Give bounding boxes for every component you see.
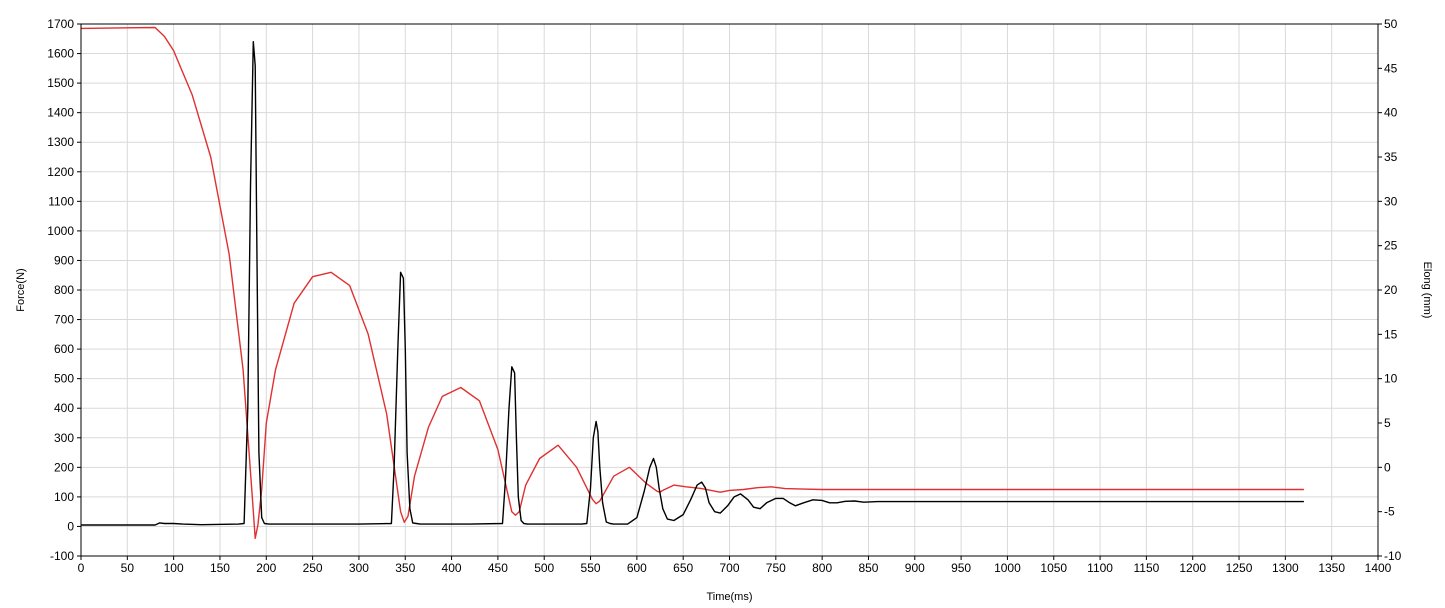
- x-tick-label: 1100: [1087, 561, 1113, 575]
- x-tick-label: 650: [673, 561, 693, 575]
- y-tick-label: 600: [54, 342, 74, 356]
- y-axis-ticks: -100 0 100 200 300 400 500 600 700 800 900 1000 1100…: [47, 17, 81, 563]
- x-tick-label: 550: [581, 561, 601, 575]
- chart-container: 0 50 100 150 200 250 300 350 400 450 500 550 600 650 7…: [0, 0, 1445, 608]
- y-tick-label: 1500: [47, 76, 74, 90]
- y2-tick-label: 20: [1384, 283, 1398, 297]
- x-tick-label: 1000: [994, 561, 1021, 575]
- x-tick-label: 1150: [1133, 561, 1159, 575]
- x-tick-label: 900: [905, 561, 925, 575]
- x-tick-label: 1200: [1179, 561, 1206, 575]
- x-tick-label: 350: [395, 561, 415, 575]
- y2-tick-label: 40: [1384, 106, 1398, 120]
- y-tick-label: 400: [54, 401, 74, 415]
- x-tick-label: 1350: [1318, 561, 1345, 575]
- x-axis-ticks: 0 50 100 150 200 250 300 350 400 450 500 550 600 650 7…: [78, 556, 1392, 575]
- y2-tick-label: 5: [1384, 416, 1391, 430]
- x-tick-label: 750: [766, 561, 786, 575]
- x-tick-label: 450: [488, 561, 508, 575]
- y2-tick-label: -5: [1384, 505, 1395, 519]
- y2-tick-label: 15: [1384, 327, 1398, 341]
- y2-tick-label: 50: [1384, 17, 1398, 31]
- y-tick-label: 1600: [47, 47, 74, 61]
- x-tick-label: 500: [534, 561, 554, 575]
- y-tick-label: 1700: [47, 17, 74, 31]
- x-tick-label: 150: [210, 561, 230, 575]
- plot-series: [80, 26, 1304, 539]
- x-tick-label: 100: [164, 561, 184, 575]
- force-elong-chart: 0 50 100 150 200 250 300 350 400 450 500 550 600 650 7…: [15, 17, 1433, 603]
- y-tick-label: 1200: [47, 165, 74, 179]
- y-tick-label: 1100: [48, 194, 74, 208]
- x-tick-label: 850: [858, 561, 878, 575]
- x-tick-label: 400: [442, 561, 462, 575]
- elong-series-line: [80, 26, 1304, 539]
- x-axis-label: Time(ms): [706, 591, 752, 603]
- x-tick-label: 600: [627, 561, 647, 575]
- y2-tick-label: 10: [1384, 372, 1398, 386]
- y2-axis-label: Elong (mm): [1421, 262, 1433, 319]
- y-tick-label: 200: [54, 460, 74, 474]
- x-tick-label: 250: [303, 561, 323, 575]
- x-tick-label: 950: [951, 561, 971, 575]
- y-tick-label: 0: [67, 519, 74, 533]
- y-tick-label: 1400: [47, 106, 74, 120]
- y-tick-label: 800: [54, 283, 74, 297]
- x-tick-label: 200: [256, 561, 276, 575]
- y2-tick-label: 45: [1384, 61, 1398, 75]
- x-tick-label: 1400: [1365, 561, 1392, 575]
- y-tick-label: 300: [54, 431, 74, 445]
- x-tick-label: 800: [812, 561, 832, 575]
- y2-tick-label: 25: [1384, 239, 1398, 253]
- y-tick-label: 1000: [47, 224, 74, 238]
- y-tick-label: -100: [50, 549, 74, 563]
- y-tick-label: 100: [54, 490, 74, 504]
- x-tick-label: 300: [349, 561, 369, 575]
- y-tick-label: 700: [54, 313, 74, 327]
- y-tick-label: 900: [54, 253, 74, 267]
- grid: [80, 23, 1379, 557]
- x-tick-label: 1300: [1272, 561, 1299, 575]
- y2-tick-label: 35: [1384, 150, 1398, 164]
- y-tick-label: 500: [54, 372, 74, 386]
- x-tick-label: 0: [78, 561, 85, 575]
- y2-tick-label: 0: [1384, 460, 1391, 474]
- x-tick-label: 1050: [1040, 561, 1067, 575]
- y2-tick-label: -10: [1384, 549, 1402, 563]
- y-tick-label: 1300: [47, 135, 74, 149]
- x-tick-label: 700: [719, 561, 739, 575]
- y2-axis-ticks: -10 -5 0 5 10 15 20 25 30 35 40 45 50: [1378, 17, 1402, 563]
- x-tick-label: 50: [121, 561, 135, 575]
- y2-tick-label: 30: [1384, 194, 1398, 208]
- y-axis-label: Force(N): [15, 268, 27, 311]
- x-tick-label: 1250: [1226, 561, 1253, 575]
